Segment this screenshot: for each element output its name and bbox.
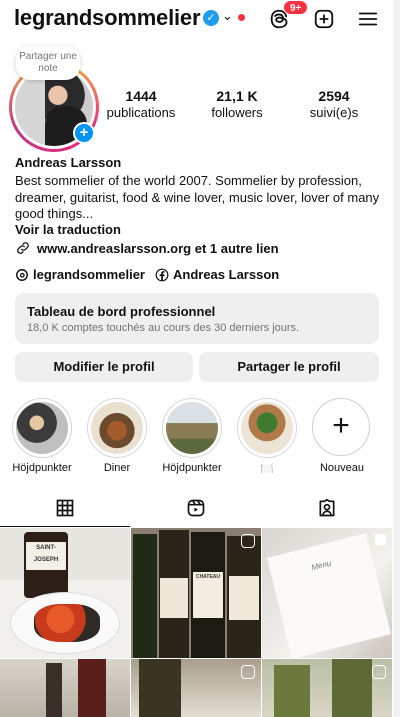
highlight-cover (91, 402, 143, 454)
plus-icon: + (312, 398, 370, 456)
stat-following[interactable]: 2594 suivi(e)s (302, 88, 366, 120)
edit-profile-button[interactable]: Modifier le profil (15, 352, 193, 382)
post-thumbnail[interactable] (262, 659, 392, 717)
new-highlight-button[interactable]: + Nouveau (312, 398, 372, 474)
post-thumbnail[interactable] (0, 659, 130, 717)
post-thumbnail[interactable]: SAINT-JOSEPH (0, 528, 130, 658)
highlight-label: Höjdpunkter (162, 462, 222, 474)
bottle-label: SAINT-JOSEPH (26, 542, 66, 570)
stat-value: 2594 (318, 88, 350, 104)
stat-value: 1444 (125, 88, 157, 104)
profile-bio: Best sommelier of the world 2007. Sommel… (15, 173, 380, 221)
highlight-item[interactable]: Höjdpunkter (162, 398, 222, 474)
highlight-label: Höjdpunkter (12, 462, 72, 474)
stat-value: 21,1 K (216, 88, 258, 104)
username-title[interactable]: legrandsommelier (14, 5, 201, 31)
chevron-down-icon[interactable]: ⌄ (222, 8, 233, 24)
threads-handle[interactable]: legrandsommelier (33, 267, 145, 282)
profile-tabs (0, 492, 400, 527)
dashboard-subtitle: 18,0 K comptes touchés au cours des 30 d… (27, 322, 300, 334)
bottle-label: CHATEAU (193, 572, 223, 618)
facebook-name[interactable]: Andreas Larsson (173, 267, 279, 282)
professional-dashboard[interactable]: Tableau de bord professionnel 18,0 K com… (15, 293, 379, 344)
share-note-bubble[interactable]: Partager une note (16, 46, 80, 80)
carousel-indicator-icon (375, 534, 386, 545)
add-story-plus-icon[interactable]: + (73, 122, 95, 144)
notification-dot (238, 14, 245, 21)
notification-badge[interactable]: 9+ (283, 0, 309, 15)
tagged-icon (319, 498, 335, 517)
highlight-label: 🍽️ (260, 463, 274, 475)
link-icon (17, 242, 29, 254)
social-links: legrandsommelier Andreas Larsson (15, 267, 279, 282)
threads-small-icon (16, 268, 28, 281)
share-profile-button[interactable]: Partager le profil (199, 352, 379, 382)
facebook-icon (155, 268, 169, 281)
dashboard-title: Tableau de bord professionnel (27, 304, 216, 319)
reel-indicator-icon (372, 665, 386, 679)
create-post-icon[interactable] (313, 8, 335, 30)
stat-publications[interactable]: 1444 publications (104, 88, 178, 120)
tab-posts[interactable] (0, 492, 130, 527)
highlight-cover (241, 402, 293, 454)
stat-label: suivi(e)s (309, 105, 359, 120)
post-thumbnail[interactable] (131, 659, 261, 717)
stat-label: followers (211, 105, 263, 120)
post-thumbnail[interactable]: Menu (262, 528, 392, 658)
highlight-item[interactable]: Diner (87, 398, 147, 474)
reel-indicator-icon (241, 665, 255, 679)
highlight-item[interactable]: Höjdpunkter (12, 398, 72, 474)
highlight-cover (16, 402, 68, 454)
profile-header: legrandsommelier ✓ ⌄ 9+ (0, 0, 400, 36)
post-thumbnail[interactable]: CHATEAU (131, 528, 261, 658)
scrollbar[interactable] (393, 0, 400, 717)
grid-icon (56, 499, 74, 517)
external-link[interactable]: www.andreaslarsson.org et 1 autre lien (15, 240, 279, 256)
external-link-text: www.andreaslarsson.org et 1 autre lien (37, 240, 279, 256)
verified-badge-icon: ✓ (203, 10, 219, 26)
tab-tagged[interactable] (262, 492, 392, 527)
stat-followers[interactable]: 21,1 K followers (204, 88, 270, 120)
see-translation-link[interactable]: Voir la traduction (15, 222, 121, 237)
reel-indicator-icon (241, 534, 255, 548)
tab-reels[interactable] (131, 492, 261, 527)
menu-icon[interactable] (357, 8, 379, 30)
highlight-cover (166, 402, 218, 454)
reels-icon (187, 499, 205, 517)
highlight-label: Diner (103, 462, 131, 474)
stat-label: publications (106, 105, 176, 120)
profile-name: Andreas Larsson (15, 155, 122, 170)
highlight-label: Nouveau (319, 462, 365, 474)
highlight-item[interactable]: 🍽️ (237, 398, 297, 475)
menu-card: Menu (266, 533, 392, 658)
